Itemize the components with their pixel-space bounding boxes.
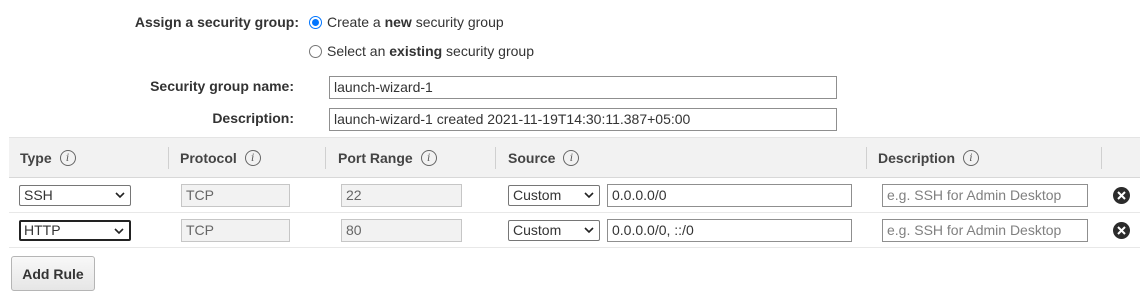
close-icon xyxy=(1117,226,1126,235)
close-icon xyxy=(1117,191,1126,200)
assign-security-group-label: Assign a security group: xyxy=(134,14,299,30)
remove-rule-icon[interactable] xyxy=(1113,222,1130,239)
table-header: Type i Protocol i Port Range i Source i … xyxy=(9,137,1140,178)
source-cidr-input[interactable]: 0.0.0.0/0, ::/0 xyxy=(607,219,852,242)
type-select[interactable]: HTTP xyxy=(19,220,131,241)
column-divider xyxy=(168,147,169,169)
rule-description-input[interactable]: e.g. SSH for Admin Desktop xyxy=(882,219,1088,242)
rule-description-input[interactable]: e.g. SSH for Admin Desktop xyxy=(882,184,1088,207)
table-row: SSH TCP 22 Custom 0.0.0.0/0 e.g. SSH for… xyxy=(9,178,1140,213)
header-source: Source i xyxy=(508,138,580,178)
protocol-field: TCP xyxy=(181,184,290,207)
info-icon[interactable]: i xyxy=(244,150,261,166)
source-type-select[interactable]: Custom xyxy=(508,220,600,241)
header-description: Description i xyxy=(878,138,980,178)
column-divider xyxy=(495,147,496,169)
table-row: HTTP TCP 80 Custom 0.0.0.0/0, ::/0 e.g. … xyxy=(9,213,1140,248)
create-new-label: Create a new security group xyxy=(327,14,504,30)
info-icon[interactable]: i xyxy=(59,150,76,166)
chevron-down-icon xyxy=(584,192,594,199)
port-range-field: 22 xyxy=(341,184,462,207)
port-range-field: 80 xyxy=(341,219,462,242)
description-label: Description: xyxy=(212,110,294,126)
column-divider xyxy=(325,147,326,169)
security-group-name-input[interactable]: launch-wizard-1 xyxy=(329,76,837,99)
remove-rule-icon[interactable] xyxy=(1113,187,1130,204)
radio-create-new-security-group[interactable]: Create a new security group xyxy=(309,14,504,30)
security-group-name-label: Security group name: xyxy=(150,78,294,94)
radio-button-checked[interactable] xyxy=(309,15,322,29)
column-divider xyxy=(1101,147,1102,169)
radio-select-existing-security-group[interactable]: Select an existing security group xyxy=(309,43,534,59)
add-rule-button[interactable]: Add Rule xyxy=(11,256,95,291)
info-icon[interactable]: i xyxy=(963,150,980,166)
info-icon[interactable]: i xyxy=(563,150,580,166)
protocol-field: TCP xyxy=(181,219,290,242)
chevron-down-icon xyxy=(115,192,125,199)
header-type: Type i xyxy=(20,138,76,178)
security-group-description-input[interactable]: launch-wizard-1 created 2021-11-19T14:30… xyxy=(329,108,837,131)
source-cidr-input[interactable]: 0.0.0.0/0 xyxy=(607,184,852,207)
chevron-down-icon xyxy=(114,228,124,235)
type-select[interactable]: SSH xyxy=(19,185,131,206)
source-type-select[interactable]: Custom xyxy=(508,185,600,206)
radio-button-unchecked[interactable] xyxy=(309,44,322,58)
header-protocol: Protocol i xyxy=(180,138,261,178)
info-icon[interactable]: i xyxy=(420,150,437,166)
chevron-down-icon xyxy=(584,227,594,234)
header-port-range: Port Range i xyxy=(338,138,437,178)
select-existing-label: Select an existing security group xyxy=(327,43,534,59)
column-divider xyxy=(866,147,867,169)
inbound-rules-table: Type i Protocol i Port Range i Source i … xyxy=(9,137,1140,248)
